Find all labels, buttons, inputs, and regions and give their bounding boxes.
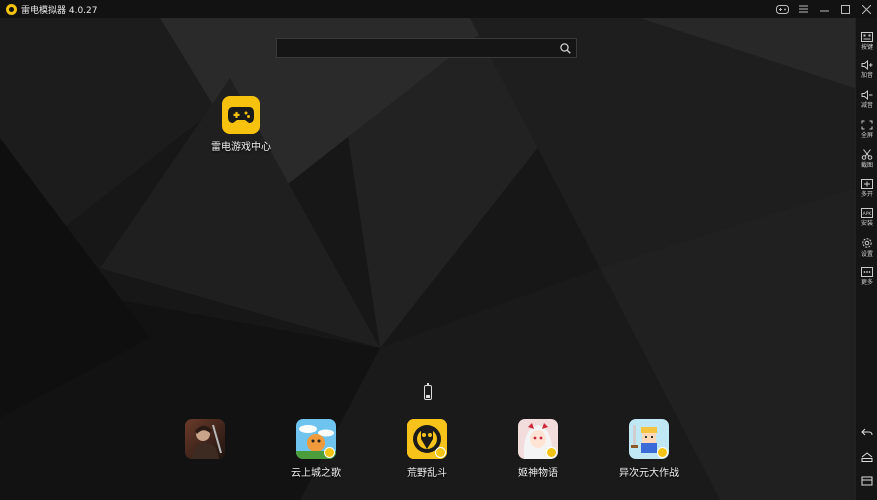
tool-more[interactable]: 更多 (856, 267, 877, 286)
ldplayer-logo-icon (6, 3, 17, 15)
apk-install-icon: APK (861, 208, 873, 218)
dock-app-2[interactable]: 云上城之歌 (271, 419, 361, 479)
pixel-hero-game-icon (629, 419, 669, 459)
settings-gear-icon (862, 238, 872, 248)
search-input[interactable] (277, 39, 554, 57)
minimize-icon[interactable] (814, 0, 835, 18)
android-desktop: 雷电游戏中心 云上城之歌 荒野乱斗 姬神物语 异次元大作战 (0, 18, 855, 500)
badge-icon (435, 447, 446, 458)
game-controller-icon (222, 96, 260, 134)
tool-fullscreen[interactable]: 全屏 (856, 120, 877, 139)
app-label: 雷电游戏中心 (211, 142, 271, 153)
volume-up-icon (861, 60, 873, 70)
tool-label: 多开 (860, 191, 873, 198)
more-icon (861, 267, 873, 277)
cloud-city-game-icon (296, 419, 336, 459)
badge-icon (546, 447, 557, 458)
anime-girl-game-icon (518, 419, 558, 459)
app-label: 异次元大作战 (619, 468, 679, 479)
dock-app-4[interactable]: 姬神物语 (493, 419, 583, 479)
warrior-game-icon (185, 419, 225, 459)
tool-label: 设置 (860, 251, 873, 258)
tool-label: 加音 (860, 72, 873, 79)
tool-multi-instance[interactable]: 多开 (856, 179, 877, 198)
badge-icon (324, 447, 335, 458)
tool-keymapping[interactable]: 按键 (856, 32, 877, 51)
window-controls (772, 0, 877, 18)
search-icon[interactable] (554, 39, 576, 57)
keyboard-icon (861, 32, 873, 42)
close-icon[interactable] (856, 0, 877, 18)
dock-app-5[interactable]: 异次元大作战 (604, 419, 694, 479)
tool-label: 减音 (860, 102, 873, 109)
back-icon (861, 428, 873, 436)
tool-label: 安装 (860, 220, 873, 227)
gamepad-icon[interactable] (772, 0, 793, 18)
right-toolbar: 按键 加音 减音 全屏 截图 多开 APK 安装 设置 更多 (855, 18, 877, 500)
home-button[interactable] (856, 452, 877, 462)
brawl-stars-icon (407, 419, 447, 459)
scissors-icon (861, 149, 873, 160)
maximize-icon[interactable] (835, 0, 856, 18)
tool-install-apk[interactable]: APK 安装 (856, 208, 877, 227)
fullscreen-icon (861, 120, 873, 130)
multi-instance-icon (861, 179, 873, 189)
app-label: 云上城之歌 (291, 468, 341, 479)
recent-apps-button[interactable] (856, 476, 877, 486)
svg-text:APK: APK (863, 211, 873, 217)
volume-down-icon (861, 90, 873, 100)
app-game-center[interactable]: 雷电游戏中心 (196, 96, 286, 153)
badge-icon (657, 447, 668, 458)
window-title: 雷电模拟器 4.0.27 (21, 5, 98, 16)
app-label: 荒野乱斗 (407, 468, 447, 479)
recent-apps-icon (861, 476, 873, 486)
tool-label: 全屏 (860, 132, 873, 139)
dock-app-3[interactable]: 荒野乱斗 (382, 419, 472, 479)
tool-label: 按键 (860, 44, 873, 51)
menu-icon[interactable] (793, 0, 814, 18)
tool-label: 更多 (860, 279, 873, 286)
search-bar[interactable] (276, 38, 577, 58)
tool-label: 截图 (860, 162, 873, 169)
tool-volume-up[interactable]: 加音 (856, 60, 877, 79)
back-button[interactable] (856, 428, 877, 437)
home-icon (861, 452, 873, 462)
tool-settings[interactable]: 设置 (856, 237, 877, 258)
app-label: 姬神物语 (518, 468, 558, 479)
dock-app-1[interactable] (160, 419, 250, 464)
tool-screenshot[interactable]: 截图 (856, 149, 877, 169)
tool-volume-down[interactable]: 减音 (856, 90, 877, 109)
title-bar: 雷电模拟器 4.0.27 (0, 0, 877, 18)
battery-icon (424, 383, 432, 400)
